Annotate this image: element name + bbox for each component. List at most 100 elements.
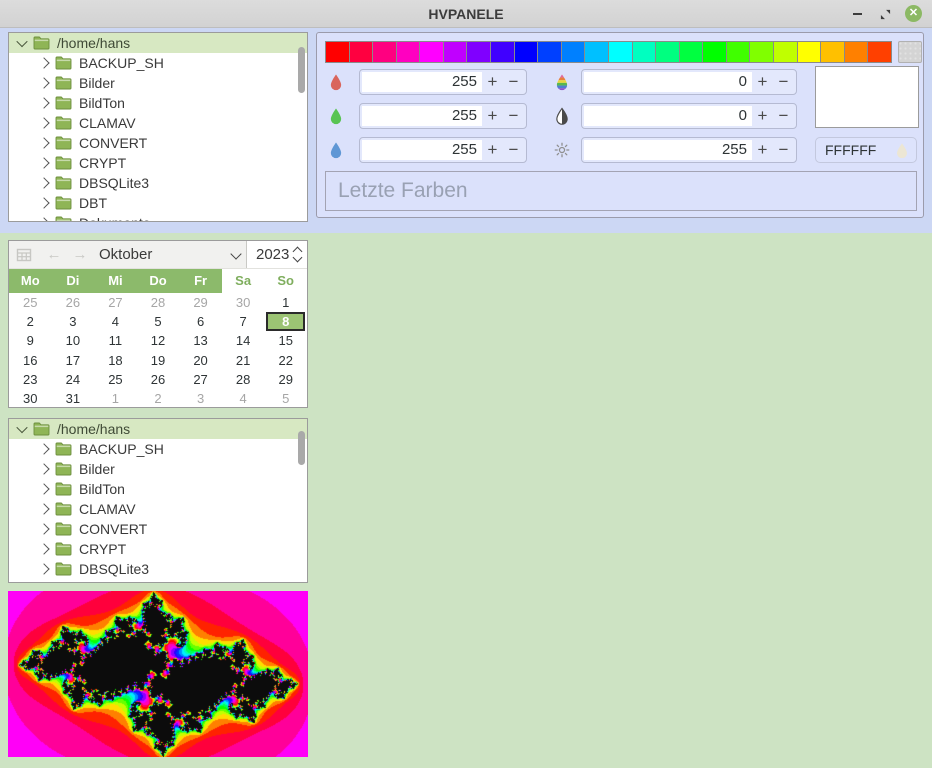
tree-item[interactable]: BildTon — [9, 93, 307, 113]
color-swatch[interactable] — [561, 41, 586, 63]
minimize-button[interactable] — [848, 5, 866, 23]
red-value-input[interactable]: 255 — [362, 72, 482, 92]
calendar-day[interactable]: 16 — [9, 350, 52, 369]
green-decrement-button[interactable]: − — [503, 106, 524, 126]
color-swatch[interactable] — [514, 41, 539, 63]
color-swatch[interactable] — [466, 41, 491, 63]
color-swatch[interactable] — [702, 41, 727, 63]
calendar-day[interactable]: 25 — [9, 293, 52, 312]
tree-item[interactable]: Bilder — [9, 73, 307, 93]
hex-color-field[interactable]: FFFFFF — [815, 137, 917, 163]
calendar-day[interactable]: 3 — [52, 312, 95, 331]
tree-item[interactable]: DBSQLite3 — [9, 173, 307, 193]
calendar-day[interactable]: 29 — [179, 293, 222, 312]
calendar-day[interactable]: 4 — [222, 389, 265, 408]
titlebar[interactable]: HVPANELE ✕ — [0, 0, 932, 28]
tree-item[interactable]: CRYPT — [9, 153, 307, 173]
calendar-day[interactable]: 25 — [94, 370, 137, 389]
tree-item[interactable]: DBT — [9, 193, 307, 213]
blue-decrement-button[interactable]: − — [503, 140, 524, 160]
tree-item[interactable]: CLAMAV — [9, 113, 307, 133]
calendar-day[interactable]: 7 — [222, 312, 265, 331]
calendar-day[interactable]: 27 — [94, 293, 137, 312]
green-increment-button[interactable]: + — [482, 106, 503, 126]
color-swatch[interactable] — [490, 41, 515, 63]
calendar-day[interactable]: 31 — [52, 389, 95, 408]
tree-item[interactable]: CONVERT — [9, 519, 307, 539]
calendar-day[interactable]: 2 — [9, 312, 52, 331]
calendar-day[interactable]: 6 — [179, 312, 222, 331]
tree-item[interactable]: BACKUP_SH — [9, 439, 307, 459]
calendar-day[interactable]: 26 — [52, 293, 95, 312]
color-swatch[interactable] — [844, 41, 869, 63]
color-swatch[interactable] — [325, 41, 350, 63]
calendar-day[interactable]: 21 — [222, 350, 265, 369]
color-swatch[interactable] — [396, 41, 421, 63]
color-swatch[interactable] — [372, 41, 397, 63]
color-swatch[interactable] — [749, 41, 774, 63]
color-swatch[interactable] — [632, 41, 657, 63]
month-select[interactable]: Oktober — [93, 241, 248, 268]
restore-button[interactable] — [876, 5, 894, 23]
calendar-day[interactable]: 19 — [137, 350, 180, 369]
brightness-value-input[interactable]: 255 — [584, 140, 752, 160]
calendar-day[interactable]: 5 — [264, 389, 307, 408]
calendar-day[interactable]: 1 — [264, 293, 307, 312]
tree-item[interactable]: BildTon — [9, 479, 307, 499]
color-swatch[interactable] — [655, 41, 680, 63]
color-swatch[interactable] — [349, 41, 374, 63]
next-month-button[interactable]: → — [71, 244, 89, 266]
calendar-day[interactable]: 23 — [9, 370, 52, 389]
saturation-increment-button[interactable]: + — [752, 106, 773, 126]
calendar-day[interactable]: 4 — [94, 312, 137, 331]
saturation-decrement-button[interactable]: − — [773, 106, 794, 126]
hue-decrement-button[interactable]: − — [773, 72, 794, 92]
calendar-day[interactable]: 28 — [137, 293, 180, 312]
calendar-day[interactable]: 10 — [52, 331, 95, 350]
red-increment-button[interactable]: + — [482, 72, 503, 92]
tree-root-item[interactable]: /home/hans — [9, 33, 307, 53]
calendar-day[interactable]: 24 — [52, 370, 95, 389]
green-value-input[interactable]: 255 — [362, 106, 482, 126]
calendar-day[interactable]: 30 — [222, 293, 265, 312]
color-swatch[interactable] — [820, 41, 845, 63]
calendar-day[interactable]: 1 — [94, 389, 137, 408]
custom-color-button[interactable] — [898, 41, 922, 63]
color-swatch[interactable] — [726, 41, 751, 63]
color-swatch[interactable] — [419, 41, 444, 63]
color-swatch[interactable] — [867, 41, 892, 63]
hue-value-input[interactable]: 0 — [584, 72, 752, 92]
calendar-day[interactable]: 20 — [179, 350, 222, 369]
tree-item[interactable]: BACKUP_SH — [9, 53, 307, 73]
calendar-day[interactable]: 30 — [9, 389, 52, 408]
calendar-day[interactable]: 14 — [222, 331, 265, 350]
tree-item[interactable]: Dokumente — [9, 213, 307, 222]
calendar-day[interactable]: 13 — [179, 331, 222, 350]
calendar-day[interactable]: 15 — [264, 331, 307, 350]
blue-increment-button[interactable]: + — [482, 140, 503, 160]
calendar-day[interactable]: 22 — [264, 350, 307, 369]
brightness-increment-button[interactable]: + — [752, 140, 773, 160]
tree-item[interactable]: CLAMAV — [9, 499, 307, 519]
calendar-day-selected[interactable]: 8 — [266, 312, 305, 331]
color-swatch[interactable] — [773, 41, 798, 63]
calendar-day[interactable]: 12 — [137, 331, 180, 350]
year-spin-buttons[interactable] — [293, 246, 302, 264]
calendar-day[interactable]: 26 — [137, 370, 180, 389]
tree-scrollbar[interactable] — [298, 47, 305, 93]
tree-item[interactable]: Bilder — [9, 459, 307, 479]
color-swatch[interactable] — [797, 41, 822, 63]
tree-item[interactable]: DBSQLite3 — [9, 559, 307, 579]
tree-item[interactable]: CRYPT — [9, 539, 307, 559]
color-swatch[interactable] — [443, 41, 468, 63]
calendar-day[interactable]: 29 — [264, 370, 307, 389]
hue-increment-button[interactable]: + — [752, 72, 773, 92]
calendar-grid-icon[interactable] — [16, 247, 32, 263]
calendar-day[interactable]: 9 — [9, 331, 52, 350]
calendar-day[interactable]: 2 — [137, 389, 180, 408]
color-swatch[interactable] — [608, 41, 633, 63]
calendar-day[interactable]: 18 — [94, 350, 137, 369]
calendar-day[interactable]: 27 — [179, 370, 222, 389]
brightness-decrement-button[interactable]: − — [773, 140, 794, 160]
calendar-day[interactable]: 3 — [179, 389, 222, 408]
